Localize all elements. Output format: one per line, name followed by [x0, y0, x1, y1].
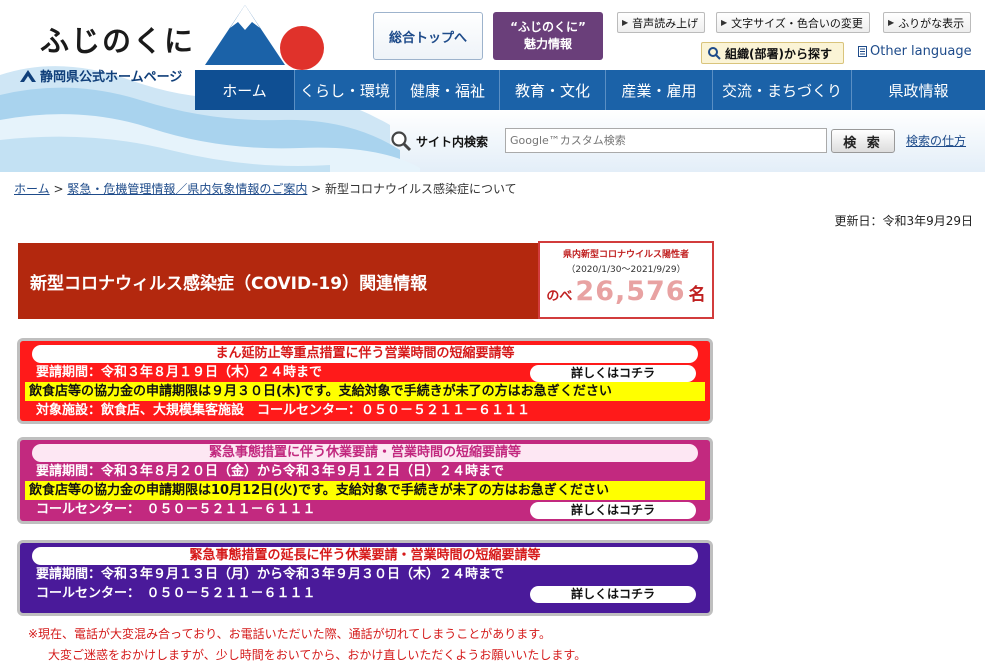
- search-icon: [708, 46, 721, 60]
- text-size-color-button[interactable]: ▶ 文字サイズ・色合いの変更: [716, 12, 870, 33]
- details-button[interactable]: 詳しくはコチラ: [530, 502, 696, 519]
- phone-warning-line2: 大変ご迷惑をおかけしますが、少し時間をおいてから、おかけ直しいただくようお願いい…: [48, 648, 587, 662]
- nav-home[interactable]: ホーム: [195, 70, 295, 110]
- breadcrumb-current: 新型コロナウイルス感染症について: [325, 182, 517, 196]
- breadcrumb-parent[interactable]: 緊急・危機管理情報／県内気象情報のご案内: [67, 182, 307, 196]
- magnifier-icon: [391, 131, 412, 152]
- voice-readout-button[interactable]: ▶ 音声読み上げ: [617, 12, 706, 33]
- arrow-right-icon: ▶: [888, 18, 895, 27]
- general-top-button[interactable]: 総合トップへ: [373, 12, 483, 60]
- count-label: 県内新型コロナウイルス陽性者: [562, 250, 689, 260]
- details-button[interactable]: 詳しくはコチラ: [530, 586, 696, 603]
- count-period: （2020/1/30〜2021/9/29）: [566, 265, 686, 275]
- org-search-button[interactable]: 組織(部署)から探す: [701, 42, 844, 64]
- notice-extra: 対象施設：飲食店、大規模集客施設 コールセンター：０５０－５２１１－６１１１: [36, 403, 531, 418]
- search-button[interactable]: 検 索: [831, 129, 895, 153]
- notice-period: 要請期間：令和３年９月１３日（月）から令和３年９月３０日（木）２４時まで: [36, 567, 505, 582]
- notice-period: 要請期間：令和３年８月２０日（金）から令和３年９月１２日（日）２４時まで: [36, 464, 505, 479]
- notice-deadline: 飲食店等の協力金の申請期限は10月12日(火)です。支給対象で手続きが未了の方は…: [25, 481, 705, 500]
- notice-extra: コールセンター： ０５０－５２１１－６１１１: [36, 502, 316, 517]
- covid-info-banner[interactable]: 新型コロナウィルス感染症（COVID-19）関連情報: [18, 243, 538, 319]
- site-search: サイト内検索 検 索 検索の仕方: [390, 122, 985, 162]
- logo-title: ふじのくに: [40, 24, 196, 58]
- notice-deadline: 飲食店等の協力金の申請期限は９月３０日(木)です。支給対象で手続きが未了の方はお…: [25, 382, 705, 401]
- notice-priority-measures[interactable]: まん延防止等重点措置に伴う営業時間の短縮要請等 要請期間：令和３年８月１９日（木…: [17, 338, 713, 424]
- covid-positive-count[interactable]: 県内新型コロナウイルス陽性者 （2020/1/30〜2021/9/29） のべ …: [538, 241, 714, 319]
- nav-community[interactable]: 交流・まちづくり: [713, 70, 852, 110]
- notice-emergency-extension[interactable]: 緊急事態措置の延長に伴う休業要請・営業時間の短縮要請等 要請期間：令和３年９月１…: [17, 540, 713, 616]
- other-language-link[interactable]: Other language: [858, 44, 972, 59]
- arrow-right-icon: ▶: [721, 18, 728, 27]
- arrow-right-icon: ▶: [622, 18, 629, 27]
- details-button[interactable]: 詳しくはコチラ: [530, 365, 696, 382]
- breadcrumb-home[interactable]: ホーム: [14, 182, 50, 196]
- shizuoka-emblem-icon: [20, 69, 36, 82]
- site-logo[interactable]: ふじのくに 静岡県公式ホームページ: [20, 18, 196, 85]
- nav-government[interactable]: 県政情報: [852, 70, 985, 110]
- search-label: サイト内検索: [416, 134, 489, 149]
- nav-education[interactable]: 教育・文化: [500, 70, 606, 110]
- count-value: 26,576: [575, 276, 686, 307]
- furigana-button[interactable]: ▶ ふりがな表示: [883, 12, 972, 33]
- notice-title: まん延防止等重点措置に伴う営業時間の短縮要請等: [32, 345, 698, 363]
- site-header: ふじのくに 静岡県公式ホームページ 総合トップへ “ふじのくに” 魅力情報 ▶ …: [0, 0, 985, 172]
- phone-warning-line1: ※現在、電話が大変混み合っており、お電話いただいた際、通話が切れてしまうことがあ…: [28, 627, 552, 641]
- notice-title: 緊急事態措置の延長に伴う休業要請・営業時間の短縮要請等: [32, 547, 698, 565]
- notice-period: 要請期間：令和３年８月１９日（木）２４時まで: [36, 365, 323, 380]
- search-help-link[interactable]: 検索の仕方: [906, 132, 966, 149]
- nav-living[interactable]: くらし・環境: [295, 70, 396, 110]
- updated-date: 更新日：令和3年9月29日: [834, 214, 973, 228]
- document-icon: [858, 46, 867, 57]
- search-input[interactable]: [505, 128, 827, 153]
- breadcrumb: ホーム > 緊急・危機管理情報／県内気象情報のご案内 > 新型コロナウイルス感染…: [14, 182, 517, 196]
- notice-title: 緊急事態措置に伴う休業要請・営業時間の短縮要請等: [32, 444, 698, 462]
- notice-extra: コールセンター： ０５０－５２１１－６１１１: [36, 586, 316, 601]
- logo-subtitle: 静岡県公式ホームページ: [40, 70, 183, 85]
- fujinokuni-charm-button[interactable]: “ふじのくに” 魅力情報: [493, 12, 603, 60]
- global-nav: ホーム くらし・環境 健康・福祉 教育・文化 産業・雇用 交流・まちづくり 県政…: [195, 70, 985, 110]
- notice-emergency-measures[interactable]: 緊急事態措置に伴う休業要請・営業時間の短縮要請等 要請期間：令和３年８月２０日（…: [17, 437, 713, 524]
- nav-industry[interactable]: 産業・雇用: [606, 70, 713, 110]
- nav-health[interactable]: 健康・福祉: [396, 70, 500, 110]
